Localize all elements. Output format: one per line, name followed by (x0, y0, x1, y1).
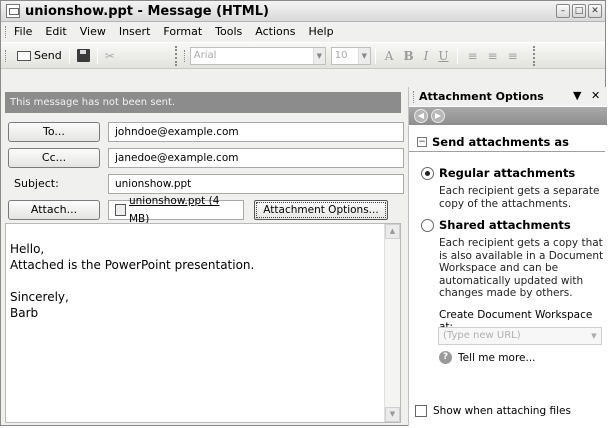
menu-actions[interactable]: Actions (255, 25, 295, 38)
back-icon[interactable]: ◀ (414, 109, 428, 123)
send-icon (17, 50, 31, 61)
regular-attachments-title[interactable]: Regular attachments (439, 166, 575, 180)
toolbar-grip[interactable] (5, 49, 8, 62)
cc-field[interactable]: janedoe@example.com (108, 148, 404, 168)
font-name-value: Arial (193, 50, 217, 61)
message-body-text[interactable]: Hello, Attached is the PowerPoint presen… (10, 241, 254, 321)
italic-button[interactable]: I (424, 49, 429, 63)
chevron-down-icon[interactable]: ▼ (357, 47, 370, 64)
regular-attachments-desc: Each recipient gets a separate copy of t… (439, 185, 600, 210)
send-button[interactable]: Send (14, 46, 65, 66)
message-window: unionshow.ppt - Message (HTML) – □ ✕ Fil… (0, 0, 607, 426)
align-left-icon[interactable]: ≡ (467, 49, 477, 63)
toolbar-overflow-grip[interactable] (532, 45, 539, 66)
bold-button[interactable]: B (403, 49, 413, 63)
cc-button[interactable]: Cc... (8, 148, 100, 168)
shared-attachments-desc: Each recipient gets a copy that is also … (439, 237, 604, 299)
save-icon (76, 49, 90, 62)
maximize-icon[interactable]: □ (572, 4, 586, 18)
underline-button[interactable]: U (438, 49, 448, 63)
menu-tools[interactable]: Tools (215, 25, 242, 38)
to-button[interactable]: To... (8, 122, 100, 142)
font-size-value: 10 (334, 50, 348, 61)
forward-icon[interactable]: ▶ (431, 109, 445, 123)
menu-insert[interactable]: Insert (119, 25, 151, 38)
info-bar: This message has not been sent. (5, 92, 401, 113)
cc-row: Cc... janedoe@example.com (8, 148, 404, 169)
font-size-combo[interactable]: 10 ▼ (330, 46, 371, 65)
pane-title: Attachment Options (419, 90, 544, 103)
toolbar-separator (68, 47, 70, 64)
menu-edit[interactable]: Edit (45, 25, 66, 38)
message-icon (6, 4, 20, 18)
workspace-url-placeholder: (Type new URL) (443, 330, 521, 341)
pane-header: Attachment Options ▼ ✕ (409, 87, 607, 106)
window-title: unionshow.ppt - Message (HTML) (25, 3, 269, 19)
save-button[interactable] (74, 46, 93, 66)
attach-row: Attach... unionshow.ppt (4 MB) Attachmen… (8, 195, 403, 225)
tell-me-more-row[interactable]: ? Tell me more... (439, 351, 536, 364)
bullets-icon[interactable]: ≡ (508, 49, 518, 63)
toolbar: Send ✂ Arial ▼ 10 ▼ A B I U ≡ ≡ ≡ (1, 42, 605, 69)
chevron-down-icon[interactable]: ▼ (588, 329, 600, 343)
menu-view[interactable]: View (80, 25, 106, 38)
pane-close-icon[interactable]: ✕ (591, 89, 600, 102)
attach-button[interactable]: Attach... (8, 200, 100, 220)
menu-format[interactable]: Format (163, 25, 202, 38)
toolbar-separator (96, 47, 98, 64)
workspace-url-combo[interactable]: (Type new URL) ▼ (438, 327, 602, 345)
title-bar: unionshow.ppt - Message (HTML) – □ ✕ (1, 1, 605, 22)
ppt-file-icon (115, 204, 126, 216)
send-as-section-header[interactable]: − Send attachments as (409, 133, 605, 152)
shared-attachments-title[interactable]: Shared attachments (439, 218, 571, 232)
chevron-down-icon[interactable]: ▼ (312, 47, 325, 64)
font-name-combo[interactable]: Arial ▼ (189, 46, 326, 65)
send-label: Send (34, 49, 62, 62)
toolbar-separator (374, 47, 376, 64)
pane-nav-row: ◀ ▶ (409, 107, 607, 125)
minimize-icon[interactable]: – (556, 4, 570, 18)
menu-file[interactable]: File (14, 25, 32, 38)
attachment-options-pane: Attachment Options ▼ ✕ ◀ ▶ − Send attach… (408, 87, 607, 426)
pane-menu-arrow-icon[interactable]: ▼ (573, 89, 581, 102)
message-body[interactable]: Hello, Attached is the PowerPoint presen… (5, 223, 401, 423)
collapse-icon[interactable]: − (417, 137, 427, 147)
format-toolbar-grip[interactable] (183, 49, 187, 62)
regular-attachments-radio[interactable] (421, 167, 434, 180)
scroll-down-icon[interactable]: ▼ (385, 407, 400, 422)
pane-grip[interactable] (413, 90, 416, 103)
attachment-options-button[interactable]: Attachment Options... (254, 200, 388, 220)
show-when-attaching-checkbox[interactable] (415, 405, 427, 417)
show-when-attaching-row[interactable]: Show when attaching files (415, 405, 571, 417)
toolbar-overflow-grip[interactable] (174, 45, 181, 66)
vertical-scrollbar[interactable]: ▲ ▼ (384, 224, 400, 422)
help-icon: ? (439, 351, 452, 364)
align-center-icon[interactable]: ≡ (488, 49, 498, 63)
toolbar-separator (457, 47, 459, 64)
subject-field[interactable]: unionshow.ppt (108, 174, 404, 194)
close-icon[interactable]: ✕ (588, 4, 602, 18)
window-controls: – □ ✕ (556, 4, 602, 18)
menu-grip[interactable] (5, 25, 8, 38)
scissors-icon: ✂ (104, 48, 115, 63)
menu-help[interactable]: Help (308, 25, 333, 38)
tell-me-more-link[interactable]: Tell me more... (458, 352, 536, 364)
subject-label: Subject: (14, 177, 59, 190)
to-row: To... johndoe@example.com (8, 122, 404, 143)
shared-attachments-radio[interactable] (421, 219, 434, 232)
cut-button[interactable]: ✂ (102, 46, 118, 66)
font-color-button[interactable]: A (385, 49, 394, 63)
menu-bar: File Edit View Insert Format Tools Actio… (1, 22, 605, 41)
section-title: Send attachments as (432, 135, 569, 149)
attachment-item[interactable]: unionshow.ppt (4 MB) (108, 195, 244, 225)
to-field[interactable]: johndoe@example.com (108, 122, 404, 142)
scroll-up-icon[interactable]: ▲ (385, 224, 400, 239)
show-when-attaching-label[interactable]: Show when attaching files (433, 405, 571, 417)
